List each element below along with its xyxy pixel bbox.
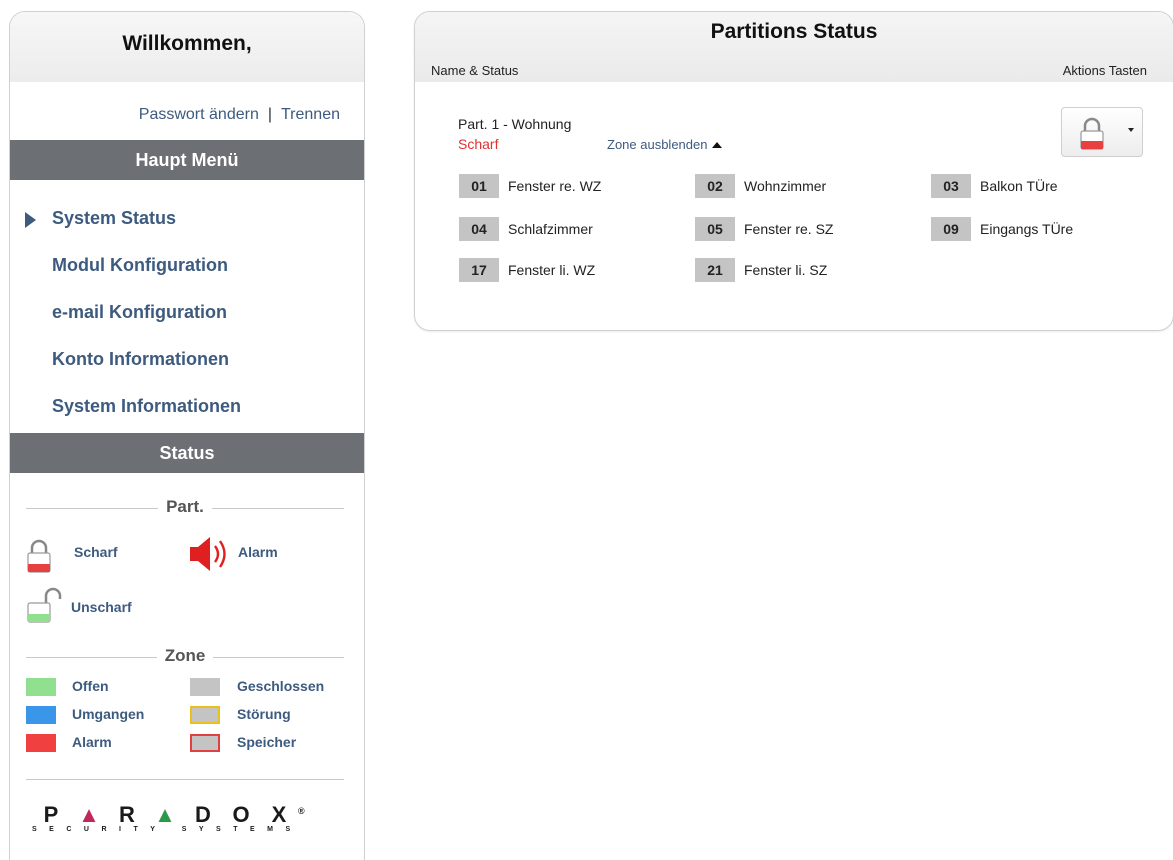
partition-action-button[interactable]	[1061, 107, 1143, 157]
link-separator: |	[267, 106, 272, 123]
partition-name: Part. 1 - Wohnung	[458, 116, 572, 132]
legend-bypassed-label: Umgangen	[72, 706, 145, 722]
menu-item-system-status[interactable]: System Status	[10, 203, 364, 250]
triangle-up-icon	[712, 142, 723, 148]
lock-disarmed-icon	[27, 587, 62, 623]
hide-zones-toggle[interactable]: Zone ausblenden	[607, 137, 723, 152]
zone-number: 21	[695, 258, 735, 282]
panel-header: Partitions Status Name & Status Aktions …	[415, 12, 1173, 82]
zone-name: Fenster li. WZ	[508, 262, 596, 278]
menu-item-account-info[interactable]: Konto Informationen	[10, 344, 364, 391]
main-menu-header: Haupt Menü	[10, 140, 364, 180]
logo-divider	[26, 779, 344, 780]
lock-armed-icon	[1080, 117, 1104, 150]
menu-item-label: Konto Informationen	[52, 349, 229, 369]
swatch-memory	[190, 734, 220, 752]
main-menu: System Status Modul Konfiguration e-mail…	[10, 203, 364, 438]
zone-number: 04	[459, 217, 499, 241]
menu-item-label: Modul Konfiguration	[52, 255, 228, 275]
swatch-trouble	[190, 706, 220, 724]
zone-name: Wohnzimmer	[744, 178, 827, 194]
paradox-logo: P ▲ R ▲ D O X ® SECURITY SYSTEMS	[32, 802, 305, 833]
menu-item-system-info[interactable]: System Informationen	[10, 391, 364, 438]
legend-zone-title: Zone	[156, 646, 214, 665]
zone-name: Fenster re. WZ	[508, 178, 602, 194]
legend-part-title: Part.	[158, 497, 212, 516]
legend-zone-alarm-label: Alarm	[72, 734, 112, 750]
legend-zone-divider: Zone	[26, 646, 344, 666]
zone-number: 05	[695, 217, 735, 241]
zone-name: Schlafzimmer	[508, 221, 593, 237]
swatch-alarm	[26, 734, 56, 752]
zone-name: Fenster re. SZ	[744, 221, 834, 237]
legend-disarmed-label: Unscharf	[71, 599, 132, 615]
hide-zones-label: Zone ausblenden	[607, 137, 708, 152]
legend-armed-label: Scharf	[74, 544, 118, 560]
zone-name: Balkon TÜre	[980, 178, 1058, 194]
partitions-panel: Partitions Status Name & Status Aktions …	[414, 11, 1173, 331]
zone-name: Eingangs TÜre	[980, 221, 1074, 237]
zone-number: 01	[459, 174, 499, 198]
menu-item-email-config[interactable]: e-mail Konfiguration	[10, 297, 364, 344]
menu-item-module-config[interactable]: Modul Konfiguration	[10, 250, 364, 297]
logout-link[interactable]: Trennen	[281, 106, 340, 123]
active-arrow-icon	[25, 212, 36, 228]
zone-number: 09	[931, 217, 971, 241]
zone-number: 02	[695, 174, 735, 198]
column-actions: Aktions Tasten	[1062, 63, 1147, 78]
partition-state: Scharf	[458, 136, 499, 152]
legend-open-label: Offen	[72, 678, 109, 694]
change-password-link[interactable]: Passwort ändern	[139, 106, 259, 123]
legend-closed-label: Geschlossen	[237, 678, 325, 694]
swatch-bypassed	[26, 706, 56, 724]
swatch-open	[26, 678, 56, 696]
chevron-down-icon	[1128, 128, 1134, 132]
legend-memory-label: Speicher	[237, 734, 297, 750]
legend-alarm-label: Alarm	[238, 544, 278, 560]
welcome-title: Willkommen,	[10, 12, 364, 82]
swatch-closed	[190, 678, 220, 696]
zone-number: 03	[931, 174, 971, 198]
legend-trouble-label: Störung	[237, 706, 291, 722]
zone-name: Fenster li. SZ	[744, 262, 828, 278]
sidebar: Willkommen, Passwort ändern | Trennen Haup…	[9, 11, 365, 860]
legend-part-divider: Part.	[26, 497, 344, 517]
column-name-status: Name & Status	[431, 63, 519, 78]
zone-number: 17	[459, 258, 499, 282]
menu-item-label: System Informationen	[52, 396, 242, 416]
panel-title: Partitions Status	[710, 20, 878, 43]
menu-item-label: e-mail Konfiguration	[52, 302, 227, 322]
lock-armed-icon	[27, 539, 51, 573]
account-links: Passwort ändern | Trennen	[139, 106, 340, 124]
alarm-speaker-icon	[190, 537, 226, 571]
status-header: Status	[10, 433, 364, 473]
menu-item-label: System Status	[52, 208, 177, 228]
